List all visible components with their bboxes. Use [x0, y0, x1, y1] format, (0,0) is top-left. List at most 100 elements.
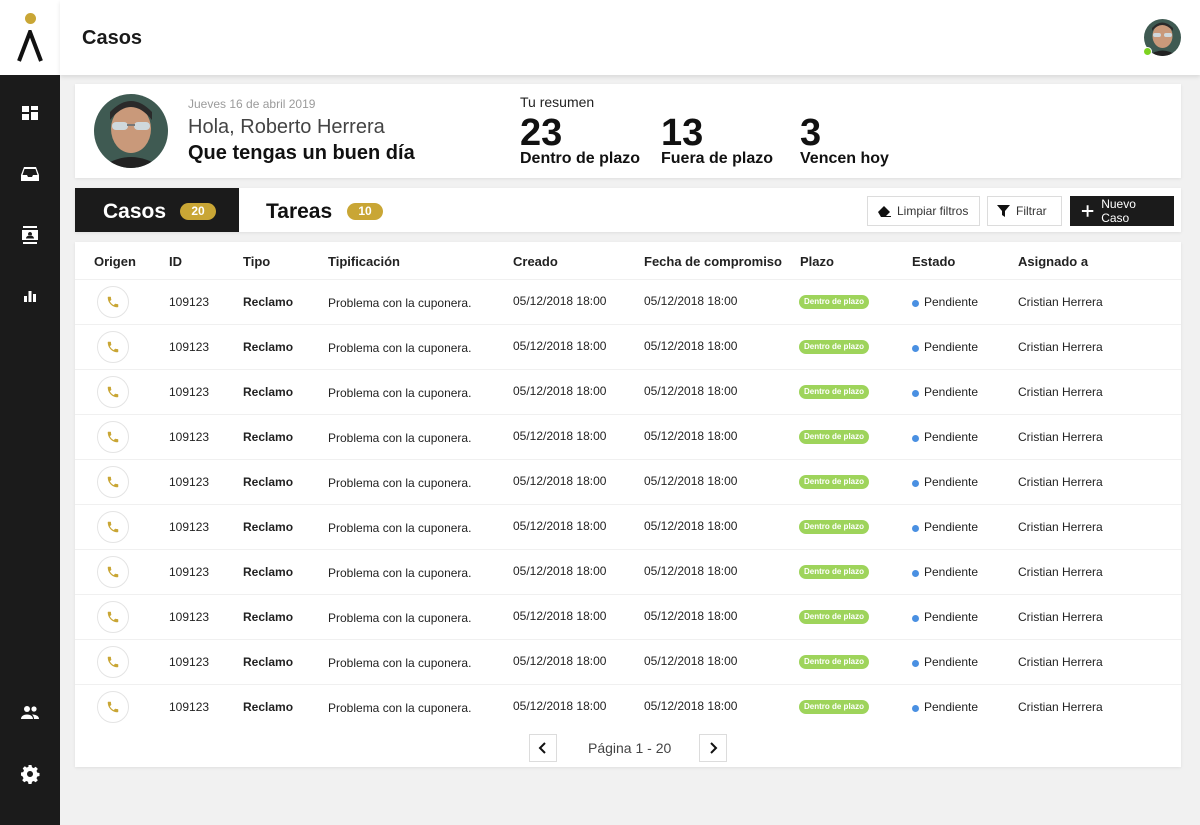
table-row[interactable]: 109123 Reclamo Problema con la cuponera. 05…	[75, 459, 1181, 504]
origin-button[interactable]	[97, 511, 129, 543]
column-header[interactable]: Plazo	[800, 254, 834, 269]
next-page-button[interactable]	[699, 734, 727, 762]
origin-button[interactable]	[97, 556, 129, 588]
stat-due-today: 3 Vencen hoy	[800, 112, 889, 168]
assignee: Cristian Herrera	[1018, 610, 1103, 624]
status-dot	[912, 345, 919, 352]
stat-value: 3	[800, 112, 822, 154]
table-row[interactable]: 109123 Reclamo Problema con la cuponera. 05…	[75, 549, 1181, 594]
origin-button[interactable]	[97, 376, 129, 408]
case-id: 109123	[169, 340, 210, 354]
table-row[interactable]: 109123 Reclamo Problema con la cuponera. 05…	[75, 369, 1181, 414]
column-header[interactable]: Tipo	[243, 254, 270, 269]
settings-icon[interactable]	[18, 762, 42, 786]
case-typification: Problema con la cuponera.	[328, 566, 472, 580]
created-date: 05/12/2018 18:00	[513, 699, 607, 713]
case-id: 109123	[169, 655, 210, 669]
commitment-date: 05/12/2018 18:00	[644, 654, 738, 668]
table-row[interactable]: 109123 Reclamo Problema con la cuponera. 05…	[75, 639, 1181, 684]
contacts-icon[interactable]	[18, 223, 42, 247]
phone-icon	[106, 700, 120, 714]
origin-button[interactable]	[97, 466, 129, 498]
table-row[interactable]: 109123 Reclamo Problema con la cuponera. 05…	[75, 414, 1181, 459]
origin-button[interactable]	[97, 286, 129, 318]
assignee: Cristian Herrera	[1018, 700, 1103, 714]
case-typification: Problema con la cuponera.	[328, 611, 472, 625]
phone-icon	[106, 385, 120, 399]
status-text: Pendiente	[924, 700, 979, 714]
tab-tareas[interactable]: Tareas 10	[239, 188, 419, 232]
dashboard-icon[interactable]	[18, 101, 42, 125]
origin-button[interactable]	[97, 646, 129, 678]
commitment-date: 05/12/2018 18:00	[644, 384, 738, 398]
clear-filters-button[interactable]: Limpiar filtros	[867, 196, 980, 226]
column-header[interactable]: Creado	[513, 254, 558, 269]
tab-casos[interactable]: Casos 20	[75, 188, 239, 232]
origin-button[interactable]	[97, 331, 129, 363]
assignee: Cristian Herrera	[1018, 340, 1103, 354]
prev-page-button[interactable]	[529, 734, 557, 762]
assignee: Cristian Herrera	[1018, 565, 1103, 579]
table-row[interactable]: 109123 Reclamo Problema con la cuponera. 05…	[75, 594, 1181, 639]
greeting: Hola, Roberto Herrera	[188, 116, 385, 138]
status-text: Pendiente	[924, 520, 979, 534]
status-dot	[912, 480, 919, 487]
phone-icon	[106, 655, 120, 669]
stat-value: 13	[661, 112, 704, 154]
column-header[interactable]: Fecha de compromiso	[644, 254, 782, 269]
case-type: Reclamo	[243, 385, 294, 399]
summary-label: Tu resumen	[520, 94, 595, 110]
commitment-date: 05/12/2018 18:00	[644, 429, 738, 443]
new-case-button[interactable]: Nuevo Caso	[1070, 196, 1174, 226]
case-id: 109123	[169, 295, 210, 309]
inbox-icon[interactable]	[18, 162, 42, 186]
table-row[interactable]: 109123 Reclamo Problema con la cuponera. 05…	[75, 279, 1181, 324]
new-case-label: Nuevo Caso	[1101, 197, 1136, 225]
commitment-date: 05/12/2018 18:00	[644, 699, 738, 713]
plazo-badge: Dentro de plazo	[799, 430, 870, 444]
case-id: 109123	[169, 475, 210, 489]
table-row[interactable]: 109123 Reclamo Problema con la cuponera. 05…	[75, 504, 1181, 549]
tabs-bar: Casos 20 Tareas 10 Limpiar filtros Filtr…	[75, 188, 1181, 232]
app-logo[interactable]	[0, 0, 60, 75]
case-typification: Problema con la cuponera.	[328, 701, 472, 715]
table-row[interactable]: 109123 Reclamo Problema con la cuponera. 05…	[75, 324, 1181, 369]
column-header[interactable]: Tipificación	[328, 254, 400, 269]
phone-icon	[106, 610, 120, 624]
created-date: 05/12/2018 18:00	[513, 609, 607, 623]
column-header[interactable]: ID	[169, 254, 182, 269]
pagination-label: Página 1 - 20	[588, 740, 672, 756]
column-header[interactable]: Asignado a	[1018, 254, 1088, 269]
column-header[interactable]: Estado	[912, 254, 955, 269]
status-text: Pendiente	[924, 565, 979, 579]
reports-icon[interactable]	[18, 284, 42, 308]
status-text: Pendiente	[924, 655, 979, 669]
phone-icon	[106, 520, 120, 534]
assignee: Cristian Herrera	[1018, 385, 1103, 399]
logo-dot	[25, 13, 36, 24]
case-type: Reclamo	[243, 700, 294, 714]
origin-button[interactable]	[97, 601, 129, 633]
sidebar	[0, 0, 60, 825]
origin-button[interactable]	[97, 691, 129, 723]
stat-label: Fuera de plazo	[661, 150, 774, 167]
tab-label: Tareas	[266, 200, 333, 223]
stat-in-time: 23 Dentro de plazo	[520, 112, 640, 168]
stat-value: 23	[520, 112, 563, 154]
case-typification: Problema con la cuponera.	[328, 656, 472, 670]
created-date: 05/12/2018 18:00	[513, 384, 607, 398]
logo-mark-icon	[17, 30, 43, 62]
filter-button[interactable]: Filtrar	[987, 196, 1062, 226]
commitment-date: 05/12/2018 18:00	[644, 339, 738, 353]
status-dot	[912, 705, 919, 712]
case-id: 109123	[169, 565, 210, 579]
column-header[interactable]: Origen	[94, 254, 136, 269]
case-typification: Problema con la cuponera.	[328, 521, 472, 535]
stat-label: Vencen hoy	[800, 150, 889, 167]
case-id: 109123	[169, 430, 210, 444]
status-text: Pendiente	[924, 475, 979, 489]
table-row[interactable]: 109123 Reclamo Problema con la cuponera. 05…	[75, 684, 1181, 729]
team-icon[interactable]	[18, 701, 42, 725]
origin-button[interactable]	[97, 421, 129, 453]
created-date: 05/12/2018 18:00	[513, 564, 607, 578]
